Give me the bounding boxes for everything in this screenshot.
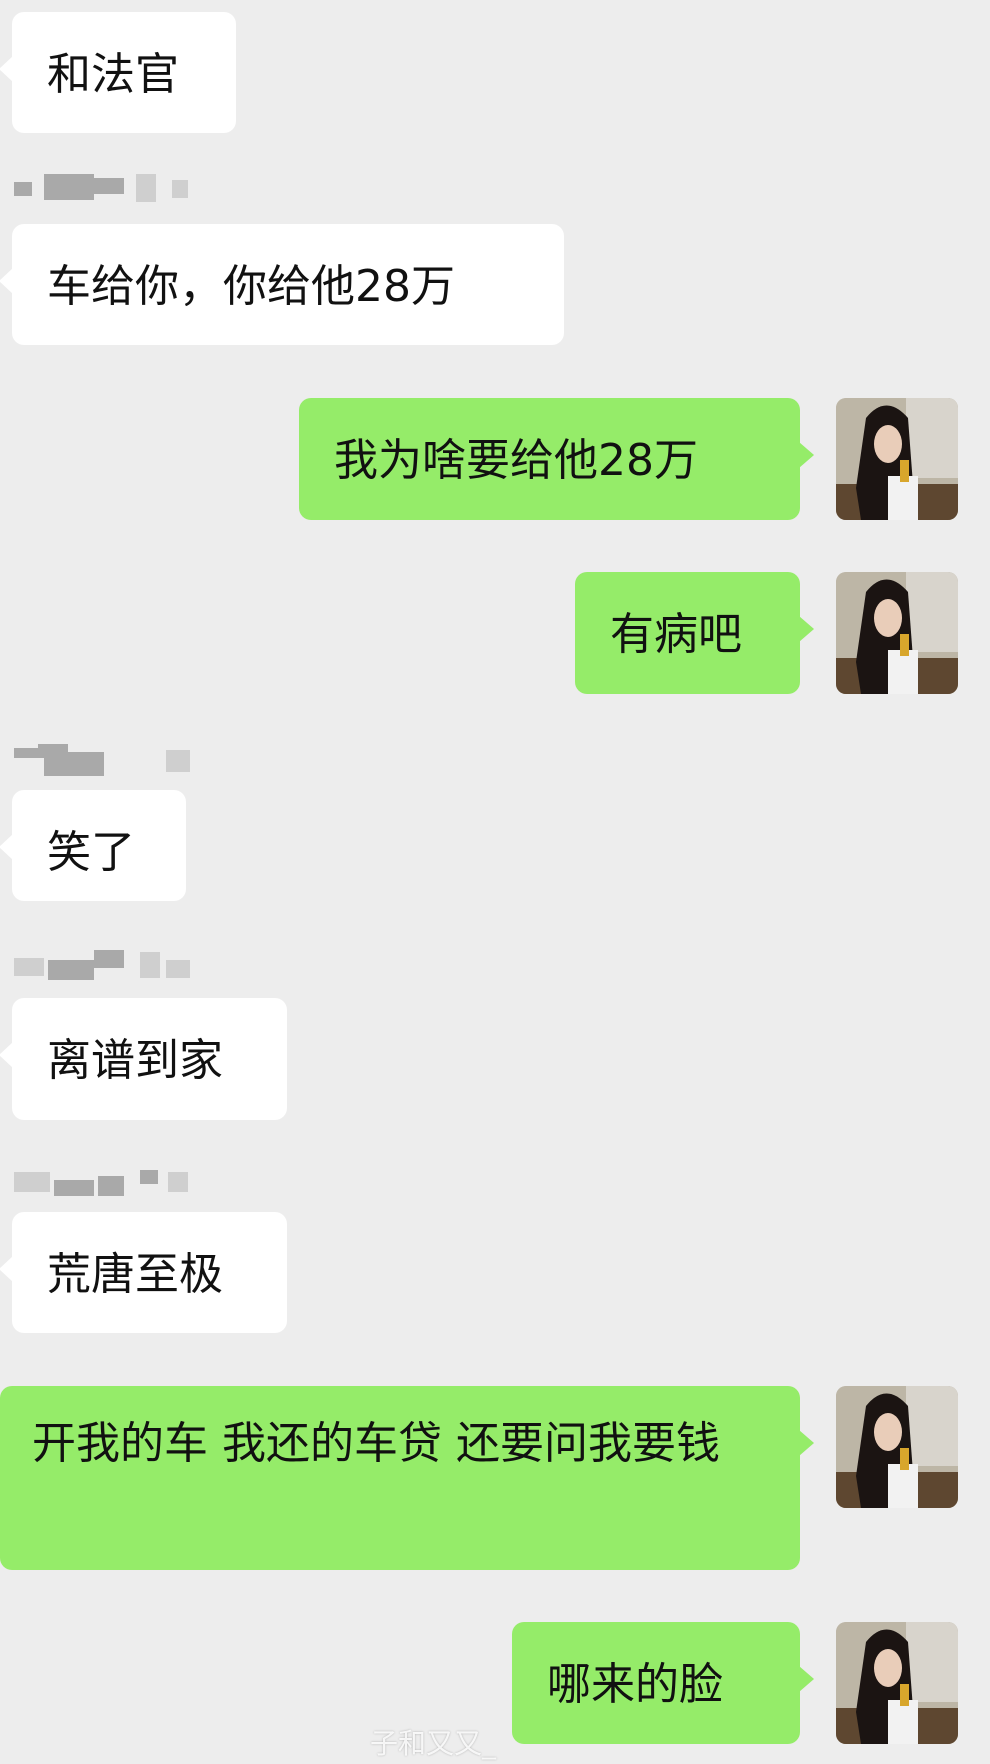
message-text: 和法官 <box>47 49 179 100</box>
watermark: 子和又又_ <box>370 1727 497 1760</box>
sender-name-blurred <box>14 174 194 204</box>
message-bubble-incoming[interactable]: 和法官 <box>0 12 236 133</box>
user-avatar[interactable] <box>836 1386 958 1508</box>
sender-name-blurred <box>14 950 194 980</box>
sender-name-blurred <box>14 742 194 776</box>
message-text: 哪来的脸 <box>547 1659 723 1710</box>
message-bubble-outgoing[interactable]: 有病吧 <box>575 572 814 694</box>
message-bubble-incoming[interactable]: 荒唐至极 <box>0 1212 287 1333</box>
message-bubble-outgoing[interactable]: 开我的车 我还的车贷 还要问我要钱 <box>0 1386 814 1570</box>
user-avatar[interactable] <box>836 398 958 520</box>
message-bubble-incoming[interactable]: 离谱到家 <box>0 998 287 1120</box>
message-text: 我为啥要给他28万 <box>334 435 698 486</box>
message-text: 荒唐至极 <box>47 1249 223 1300</box>
message-text: 开我的车 我还的车贷 还要问我要钱 <box>32 1418 720 1469</box>
message-bubble-incoming[interactable]: 车给你，你给他28万 <box>0 224 564 345</box>
sender-name-blurred <box>14 1166 194 1196</box>
message-text: 离谱到家 <box>47 1035 223 1086</box>
user-avatar[interactable] <box>836 1622 958 1744</box>
message-bubble-incoming[interactable]: 笑了 <box>0 790 186 901</box>
message-bubble-outgoing[interactable]: 我为啥要给他28万 <box>299 398 814 520</box>
message-text: 车给你，你给他28万 <box>47 261 455 312</box>
message-bubble-outgoing[interactable]: 哪来的脸 <box>512 1622 814 1744</box>
message-text: 有病吧 <box>610 609 742 660</box>
user-avatar[interactable] <box>836 572 958 694</box>
message-text: 笑了 <box>47 827 135 878</box>
